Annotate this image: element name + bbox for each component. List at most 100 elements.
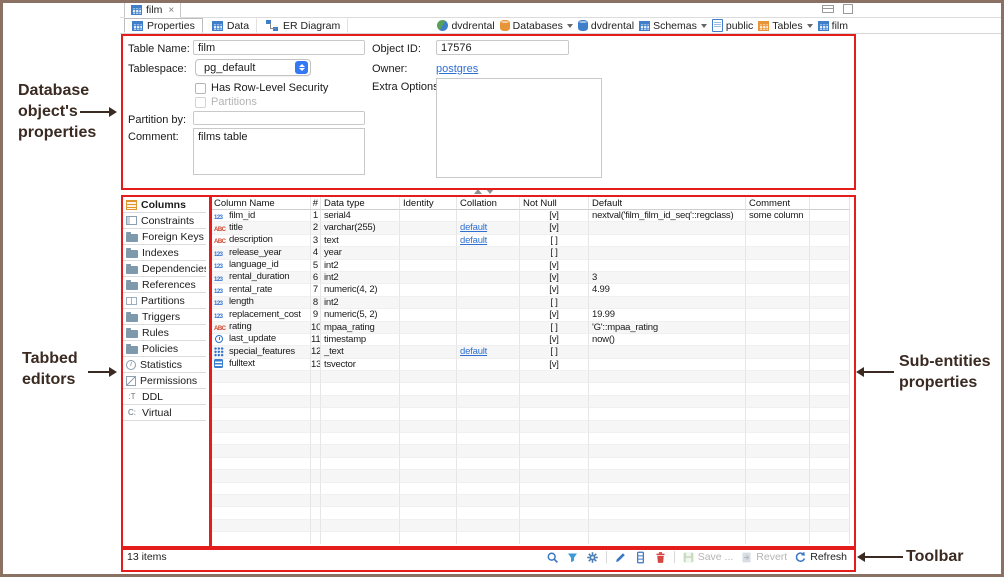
cell-comment[interactable] [746, 260, 810, 272]
tab-properties[interactable]: Properties [124, 18, 203, 33]
sidebar-item-permissions[interactable]: Permissions [123, 373, 206, 389]
cell-default[interactable] [589, 235, 746, 247]
cell-collation[interactable]: default [457, 346, 520, 358]
cell-collation[interactable] [457, 334, 520, 346]
maximize-icon[interactable] [843, 4, 853, 14]
sidebar-item-columns[interactable]: Columns [123, 197, 206, 213]
sidebar-item-partitions[interactable]: Partitions [123, 293, 206, 309]
cell-identity[interactable] [400, 247, 457, 259]
sidebar-item-policies[interactable]: Policies [123, 341, 206, 357]
table-row-rental-rate[interactable]: rental_rate7numeric(4, 2)[v]4.99 [211, 284, 850, 296]
table-row-film-id[interactable]: film_id1serial4[v]nextval('film_film_id_… [211, 210, 850, 222]
cell-identity[interactable] [400, 297, 457, 309]
cell-comment[interactable] [746, 222, 810, 234]
table-row-special-features[interactable]: special_features12_textdefault[ ] [211, 346, 850, 358]
collation-link[interactable]: default [460, 235, 487, 246]
cell-default[interactable]: 3 [589, 272, 746, 284]
cell-identity[interactable] [400, 359, 457, 371]
cell-collation[interactable] [457, 272, 520, 284]
header-collation[interactable]: Collation [457, 197, 520, 210]
cell-identity[interactable] [400, 284, 457, 296]
cell-default[interactable] [589, 260, 746, 272]
sidebar-item-ddl[interactable]: :TDDL [123, 389, 206, 405]
cell-comment[interactable] [746, 309, 810, 321]
cell-data-type[interactable]: mpaa_rating [321, 322, 400, 334]
breadcrumb-schemas[interactable]: Schemas [639, 20, 707, 32]
cell-default[interactable]: nextval('film_film_id_seq'::regclass) [589, 210, 746, 222]
cell-not-null[interactable]: [ ] [520, 322, 589, 334]
chevron-down-icon[interactable] [807, 24, 813, 28]
collapse-down-icon[interactable] [486, 189, 494, 194]
cell-data-type[interactable]: int2 [321, 297, 400, 309]
cell-column-name[interactable]: title [211, 222, 311, 234]
cell-comment[interactable] [746, 235, 810, 247]
cell-data-type[interactable]: year [321, 247, 400, 259]
chevron-down-icon[interactable] [567, 24, 573, 28]
partition-by-input[interactable] [193, 111, 365, 125]
cell-default[interactable] [589, 247, 746, 259]
minimize-icon[interactable] [822, 5, 834, 13]
owner-link[interactable]: postgres [436, 63, 478, 75]
toolbar-search-button[interactable] [546, 551, 559, 564]
partitions-checkbox[interactable] [195, 97, 206, 108]
cell-not-null[interactable]: [ ] [520, 247, 589, 259]
table-row-release-year[interactable]: release_year4year[ ] [211, 247, 850, 259]
cell-column-name[interactable]: rental_rate [211, 284, 311, 296]
cell-not-null[interactable]: [v] [520, 272, 589, 284]
cell-not-null[interactable]: [v] [520, 284, 589, 296]
sidebar-item-constraints[interactable]: Constraints [123, 213, 206, 229]
cell-data-type[interactable]: tsvector [321, 359, 400, 371]
sidebar-item-virtual[interactable]: C:Virtual [123, 405, 206, 421]
extra-options-box[interactable] [436, 78, 602, 178]
cell-column-name[interactable]: last_update [211, 334, 311, 346]
tablespace-select[interactable]: pg_default [195, 59, 311, 76]
cell-column-name[interactable]: length [211, 297, 311, 309]
breadcrumb-dvdrental[interactable]: dvdrental [437, 20, 494, 32]
header-empty[interactable] [810, 197, 850, 210]
cell-comment[interactable] [746, 334, 810, 346]
header-data-type[interactable]: Data type [321, 197, 400, 210]
header-[interactable]: # [311, 197, 321, 210]
breadcrumb-tables[interactable]: Tables [758, 20, 812, 32]
cell-default[interactable] [589, 222, 746, 234]
cell-not-null[interactable]: [v] [520, 210, 589, 222]
cell-default[interactable]: 19.99 [589, 309, 746, 321]
table-row-rental-duration[interactable]: rental_duration6int2[v]3 [211, 272, 850, 284]
cell-identity[interactable] [400, 222, 457, 234]
panel-splitter[interactable] [471, 188, 497, 195]
comment-textarea[interactable]: films table [193, 128, 365, 175]
cell-collation[interactable] [457, 359, 520, 371]
sidebar-item-rules[interactable]: Rules [123, 325, 206, 341]
collation-link[interactable]: default [460, 346, 487, 357]
cell-column-name[interactable]: special_features [211, 346, 311, 358]
cell-comment[interactable] [746, 359, 810, 371]
cell-not-null[interactable]: [ ] [520, 235, 589, 247]
cell-column-name[interactable]: release_year [211, 247, 311, 259]
cell-data-type[interactable]: numeric(4, 2) [321, 284, 400, 296]
cell-data-type[interactable]: int2 [321, 260, 400, 272]
cell-default[interactable]: now() [589, 334, 746, 346]
toolbar-refresh-button[interactable]: Refresh [794, 551, 847, 564]
cell-column-name[interactable]: replacement_cost [211, 309, 311, 321]
cell-default[interactable]: 4.99 [589, 284, 746, 296]
cell-collation[interactable] [457, 297, 520, 309]
breadcrumb-databases[interactable]: Databases [500, 20, 573, 32]
editor-tab-film[interactable]: film × [124, 2, 181, 18]
sidebar-item-references[interactable]: References [123, 277, 206, 293]
table-row-title[interactable]: title2varchar(255)default[v] [211, 222, 850, 234]
sidebar-item-dependencies[interactable]: Dependencies [123, 261, 206, 277]
breadcrumb-dvdrental[interactable]: dvdrental [578, 20, 634, 32]
cell-default[interactable] [589, 359, 746, 371]
cell-identity[interactable] [400, 322, 457, 334]
sidebar-item-foreign-keys[interactable]: Foreign Keys [123, 229, 206, 245]
close-icon[interactable]: × [168, 5, 174, 16]
header-comment[interactable]: Comment [746, 197, 810, 210]
cell-column-name[interactable]: rental_duration [211, 272, 311, 284]
cell-column-name[interactable]: rating [211, 322, 311, 334]
cell-not-null[interactable]: [v] [520, 309, 589, 321]
cell-collation[interactable] [457, 260, 520, 272]
cell-data-type[interactable]: varchar(255) [321, 222, 400, 234]
cell-comment[interactable] [746, 247, 810, 259]
chevron-down-icon[interactable] [701, 24, 707, 28]
cell-comment[interactable] [746, 297, 810, 309]
